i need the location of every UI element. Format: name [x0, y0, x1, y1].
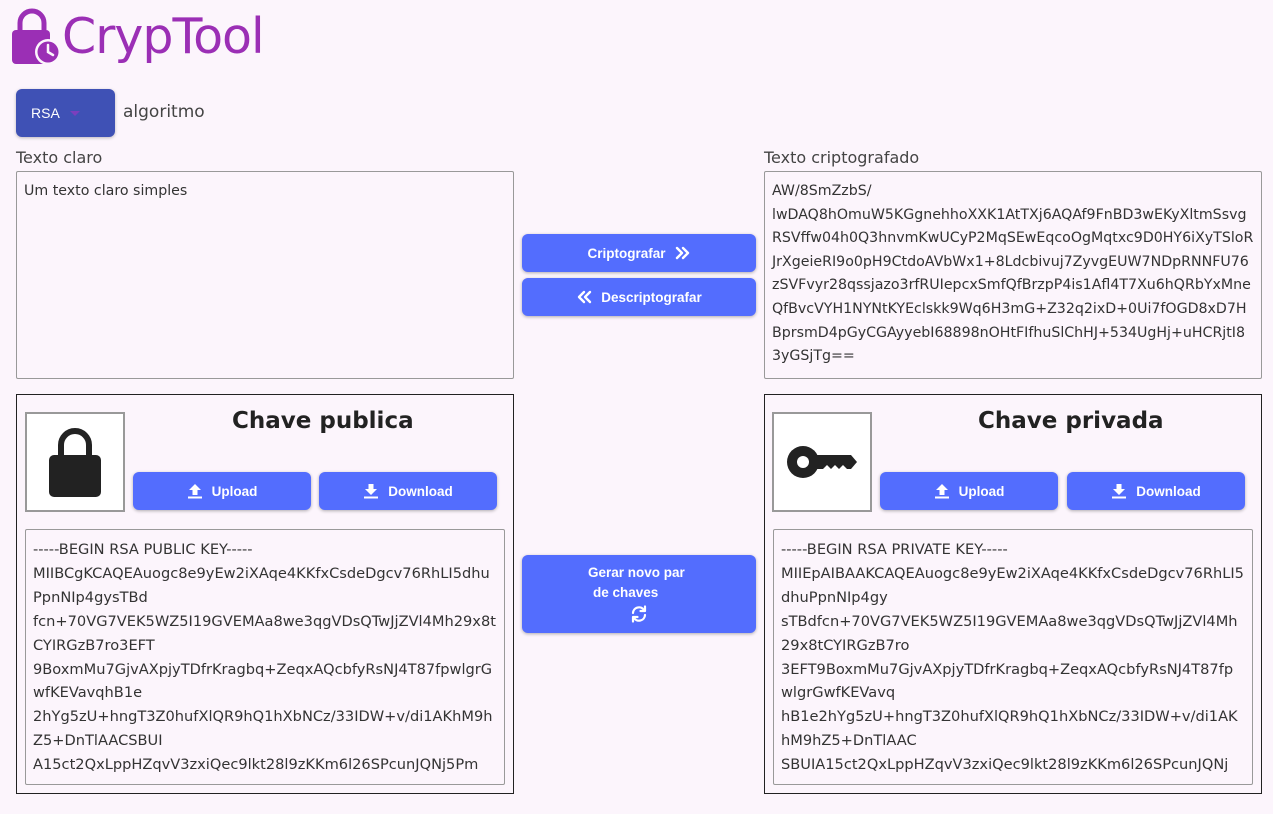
- private-key-title: Chave privada: [978, 408, 1164, 434]
- refresh-icon: [629, 605, 649, 626]
- ciphertext-output[interactable]: AW/8SmZzbS/ lwDAQ8hOmuW5KGgnehhoXXK1AtTX…: [764, 171, 1262, 379]
- double-chevron-left-icon: [576, 290, 592, 304]
- caret-down-icon: [69, 110, 80, 116]
- upload-label: Upload: [958, 483, 1005, 499]
- upload-icon: [934, 483, 950, 499]
- double-chevron-right-icon: [675, 246, 691, 260]
- private-key-textarea[interactable]: -----BEGIN RSA PRIVATE KEY----- MIIEpAIB…: [773, 529, 1253, 785]
- download-icon: [363, 483, 379, 499]
- generate-label-line1: Gerar novo par: [588, 565, 685, 580]
- algorithm-selected-value: RSA: [31, 105, 60, 121]
- key-icon: [772, 412, 872, 512]
- generate-label-line2: de chaves: [593, 585, 659, 600]
- private-key-upload-button[interactable]: Upload: [880, 472, 1058, 510]
- generate-keypair-button[interactable]: Gerar novo par de chaves: [522, 555, 756, 633]
- private-key-download-button[interactable]: Download: [1067, 472, 1245, 510]
- ciphertext-label: Texto criptografado: [764, 148, 920, 167]
- download-label: Download: [388, 483, 453, 499]
- plaintext-input[interactable]: Um texto claro simples: [16, 171, 514, 379]
- lock-icon: [25, 412, 125, 512]
- plaintext-label: Texto claro: [16, 148, 103, 167]
- decrypt-button-label: Descriptografar: [601, 289, 702, 305]
- download-icon: [1111, 483, 1127, 499]
- algorithm-label: algoritmo: [123, 102, 205, 122]
- encrypt-button-label: Criptografar: [587, 245, 666, 261]
- public-key-textarea[interactable]: -----BEGIN RSA PUBLIC KEY----- MIIBCgKCA…: [25, 529, 505, 785]
- public-key-upload-button[interactable]: Upload: [133, 472, 311, 510]
- encrypt-button[interactable]: Criptografar: [522, 234, 756, 272]
- decrypt-button[interactable]: Descriptografar: [522, 278, 756, 316]
- public-key-download-button[interactable]: Download: [319, 472, 497, 510]
- upload-label: Upload: [211, 483, 258, 499]
- upload-icon: [187, 483, 203, 499]
- algorithm-select[interactable]: RSA: [16, 89, 115, 137]
- download-label: Download: [1136, 483, 1201, 499]
- app-title: CrypTool: [62, 8, 265, 65]
- public-key-title: Chave publica: [232, 408, 414, 434]
- lock-clock-icon: [10, 8, 64, 66]
